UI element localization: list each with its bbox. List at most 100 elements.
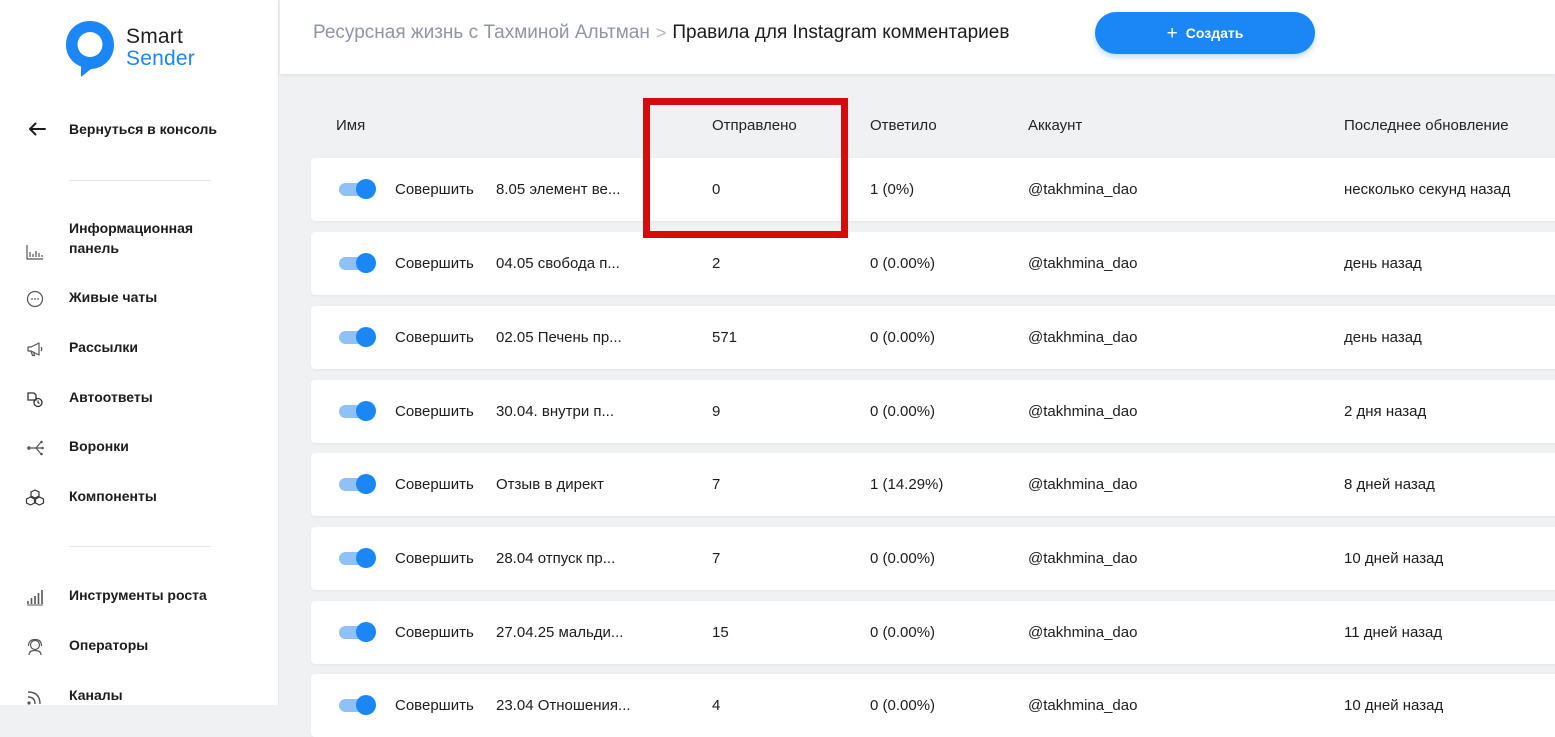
last-updated: 10 дней назад (1344, 550, 1444, 567)
rss-icon (27, 691, 41, 705)
table-row[interactable]: Совершить 30.04. внутри п... 9 0 (0.00%)… (311, 380, 1555, 443)
perform-action-link[interactable]: Совершить (395, 306, 474, 369)
sent-count: 2 (712, 255, 721, 272)
table-row[interactable]: Совершить 27.04.25 мальди... 15 0 (0.00%… (311, 601, 1555, 664)
sidebar-item-label: Рассылки (69, 339, 138, 355)
arrow-left-icon (29, 122, 46, 136)
perform-action-link[interactable]: Совершить (395, 232, 474, 295)
rule-name[interactable]: 28.04 отпуск пр... (496, 527, 615, 590)
sidebar-item-growth-tools[interactable]: Инструменты роста (0, 585, 279, 606)
operator-icon (27, 638, 43, 656)
create-button[interactable]: + Создать (1095, 12, 1315, 54)
rule-name[interactable]: Отзыв в директ (496, 453, 604, 516)
replied-count: 0 (0.00%) (870, 403, 936, 420)
perform-action-link[interactable]: Совершить (395, 158, 474, 221)
cubes-icon (25, 489, 45, 506)
breadcrumb: Ресурсная жизнь с Тахминой Альтман > Пра… (313, 22, 1009, 44)
sidebar-divider (69, 180, 211, 181)
table-row[interactable]: Совершить 04.05 свобода п... 2 0 (0.00%)… (311, 232, 1555, 295)
plus-icon: + (1166, 22, 1178, 44)
annotation-highlight-box (643, 98, 848, 238)
back-to-console-link[interactable]: Вернуться в консоль (26, 118, 217, 140)
sent-count: 4 (712, 697, 721, 714)
rule-enabled-toggle[interactable] (339, 695, 377, 715)
last-updated: 8 дней назад (1344, 476, 1435, 493)
column-header-name[interactable]: Имя (336, 117, 365, 134)
sidebar-divider (69, 546, 211, 547)
account-handle: @takhmina_dao (1028, 550, 1138, 567)
last-updated: 11 дней назад (1344, 624, 1443, 641)
sent-count: 571 (712, 329, 738, 346)
account-handle: @takhmina_dao (1028, 403, 1138, 420)
sidebar-item-operators[interactable]: Операторы (0, 635, 279, 656)
perform-action-link[interactable]: Совершить (395, 527, 474, 590)
logo[interactable]: Smart Sender (63, 18, 195, 80)
rule-name[interactable]: 04.05 свобода п... (496, 232, 620, 295)
sent-count: 7 (712, 550, 721, 567)
sidebar-item-funnels[interactable]: Воронки (0, 436, 279, 456)
sidebar-item-broadcasts[interactable]: Рассылки (0, 337, 279, 357)
rule-enabled-toggle[interactable] (339, 474, 377, 494)
sidebar-item-label: Информационная панель (69, 220, 194, 256)
column-header-account[interactable]: Аккаунт (1028, 117, 1082, 134)
page-title: Правила для Instagram комментариев (672, 22, 1010, 43)
rule-enabled-toggle[interactable] (339, 401, 377, 421)
auto-reply-icon (27, 392, 43, 408)
rule-enabled-toggle[interactable] (339, 253, 377, 273)
rule-enabled-toggle[interactable] (339, 622, 377, 642)
replied-count: 0 (0.00%) (870, 329, 936, 346)
top-bar: Ресурсная жизнь с Тахминой Альтман > Пра… (280, 0, 1555, 74)
table-row[interactable]: Совершить 23.04 Отношения... 4 0 (0.00%)… (311, 674, 1555, 737)
sidebar-item-label: Автоответы (69, 389, 153, 405)
back-to-console-label: Вернуться в консоль (69, 121, 217, 137)
create-button-label: Создать (1185, 25, 1244, 41)
perform-action-link[interactable]: Совершить (395, 453, 474, 516)
breadcrumb-parent-link[interactable]: Ресурсная жизнь с Тахминой Альтман (313, 22, 650, 44)
last-updated: 2 дня назад (1344, 403, 1427, 420)
sidebar-item-dashboard[interactable]: Информационная панель (0, 218, 279, 260)
sidebar-item-label: Операторы (69, 637, 149, 653)
account-handle: @takhmina_dao (1028, 476, 1138, 493)
table-row[interactable]: Совершить 28.04 отпуск пр... 7 0 (0.00%)… (311, 527, 1555, 590)
replied-count: 0 (0.00%) (870, 255, 936, 272)
rule-name[interactable]: 8.05 элемент ве... (496, 158, 620, 221)
sidebar-item-label: Каналы (69, 687, 123, 703)
sent-count: 15 (712, 624, 729, 641)
rule-enabled-toggle[interactable] (339, 179, 377, 199)
sent-count: 9 (712, 403, 721, 420)
megaphone-icon (27, 342, 43, 357)
rule-name[interactable]: 30.04. внутри п... (496, 380, 614, 443)
sidebar: Smart Sender Вернуться в консоль Информа… (0, 0, 279, 705)
perform-action-link[interactable]: Совершить (395, 674, 474, 737)
sidebar-item-components[interactable]: Компоненты (0, 486, 279, 506)
rule-name[interactable]: 23.04 Отношения... (496, 674, 631, 737)
column-header-replied[interactable]: Ответило (870, 117, 937, 134)
perform-action-link[interactable]: Совершить (395, 380, 474, 443)
smart-sender-logo-icon (66, 21, 114, 77)
sidebar-item-label: Компоненты (69, 488, 157, 504)
account-handle: @takhmina_dao (1028, 697, 1138, 714)
replied-count: 1 (0%) (870, 181, 915, 198)
logo-text: Smart Sender (126, 26, 195, 70)
rule-enabled-toggle[interactable] (339, 327, 377, 347)
account-handle: @takhmina_dao (1028, 624, 1138, 641)
sidebar-item-autoreplies[interactable]: Автоответы (0, 387, 279, 408)
table-row[interactable]: Совершить 02.05 Печень пр... 571 0 (0.00… (311, 306, 1555, 369)
last-updated: несколько секунд назад (1344, 181, 1511, 198)
sidebar-item-channels[interactable]: Каналы (0, 685, 279, 705)
replied-count: 0 (0.00%) (870, 550, 936, 567)
column-header-last-updated[interactable]: Последнее обновление (1344, 117, 1509, 134)
perform-action-link[interactable]: Совершить (395, 601, 474, 664)
logo-line-1: Smart (126, 25, 184, 48)
account-handle: @takhmina_dao (1028, 329, 1138, 346)
growth-bars-icon (27, 590, 43, 606)
table-row[interactable]: Совершить 8.05 элемент ве... 0 1 (0%) @t… (311, 158, 1555, 221)
logo-line-2: Sender (126, 47, 195, 70)
chat-bubble-icon (26, 290, 44, 308)
sidebar-item-live-chats[interactable]: Живые чаты (0, 287, 279, 308)
rule-name[interactable]: 02.05 Печень пр... (496, 306, 622, 369)
rule-name[interactable]: 27.04.25 мальди... (496, 601, 623, 664)
table-row[interactable]: Совершить Отзыв в директ 7 1 (14.29%) @t… (311, 453, 1555, 516)
last-updated: день назад (1344, 329, 1422, 346)
rule-enabled-toggle[interactable] (339, 548, 377, 568)
